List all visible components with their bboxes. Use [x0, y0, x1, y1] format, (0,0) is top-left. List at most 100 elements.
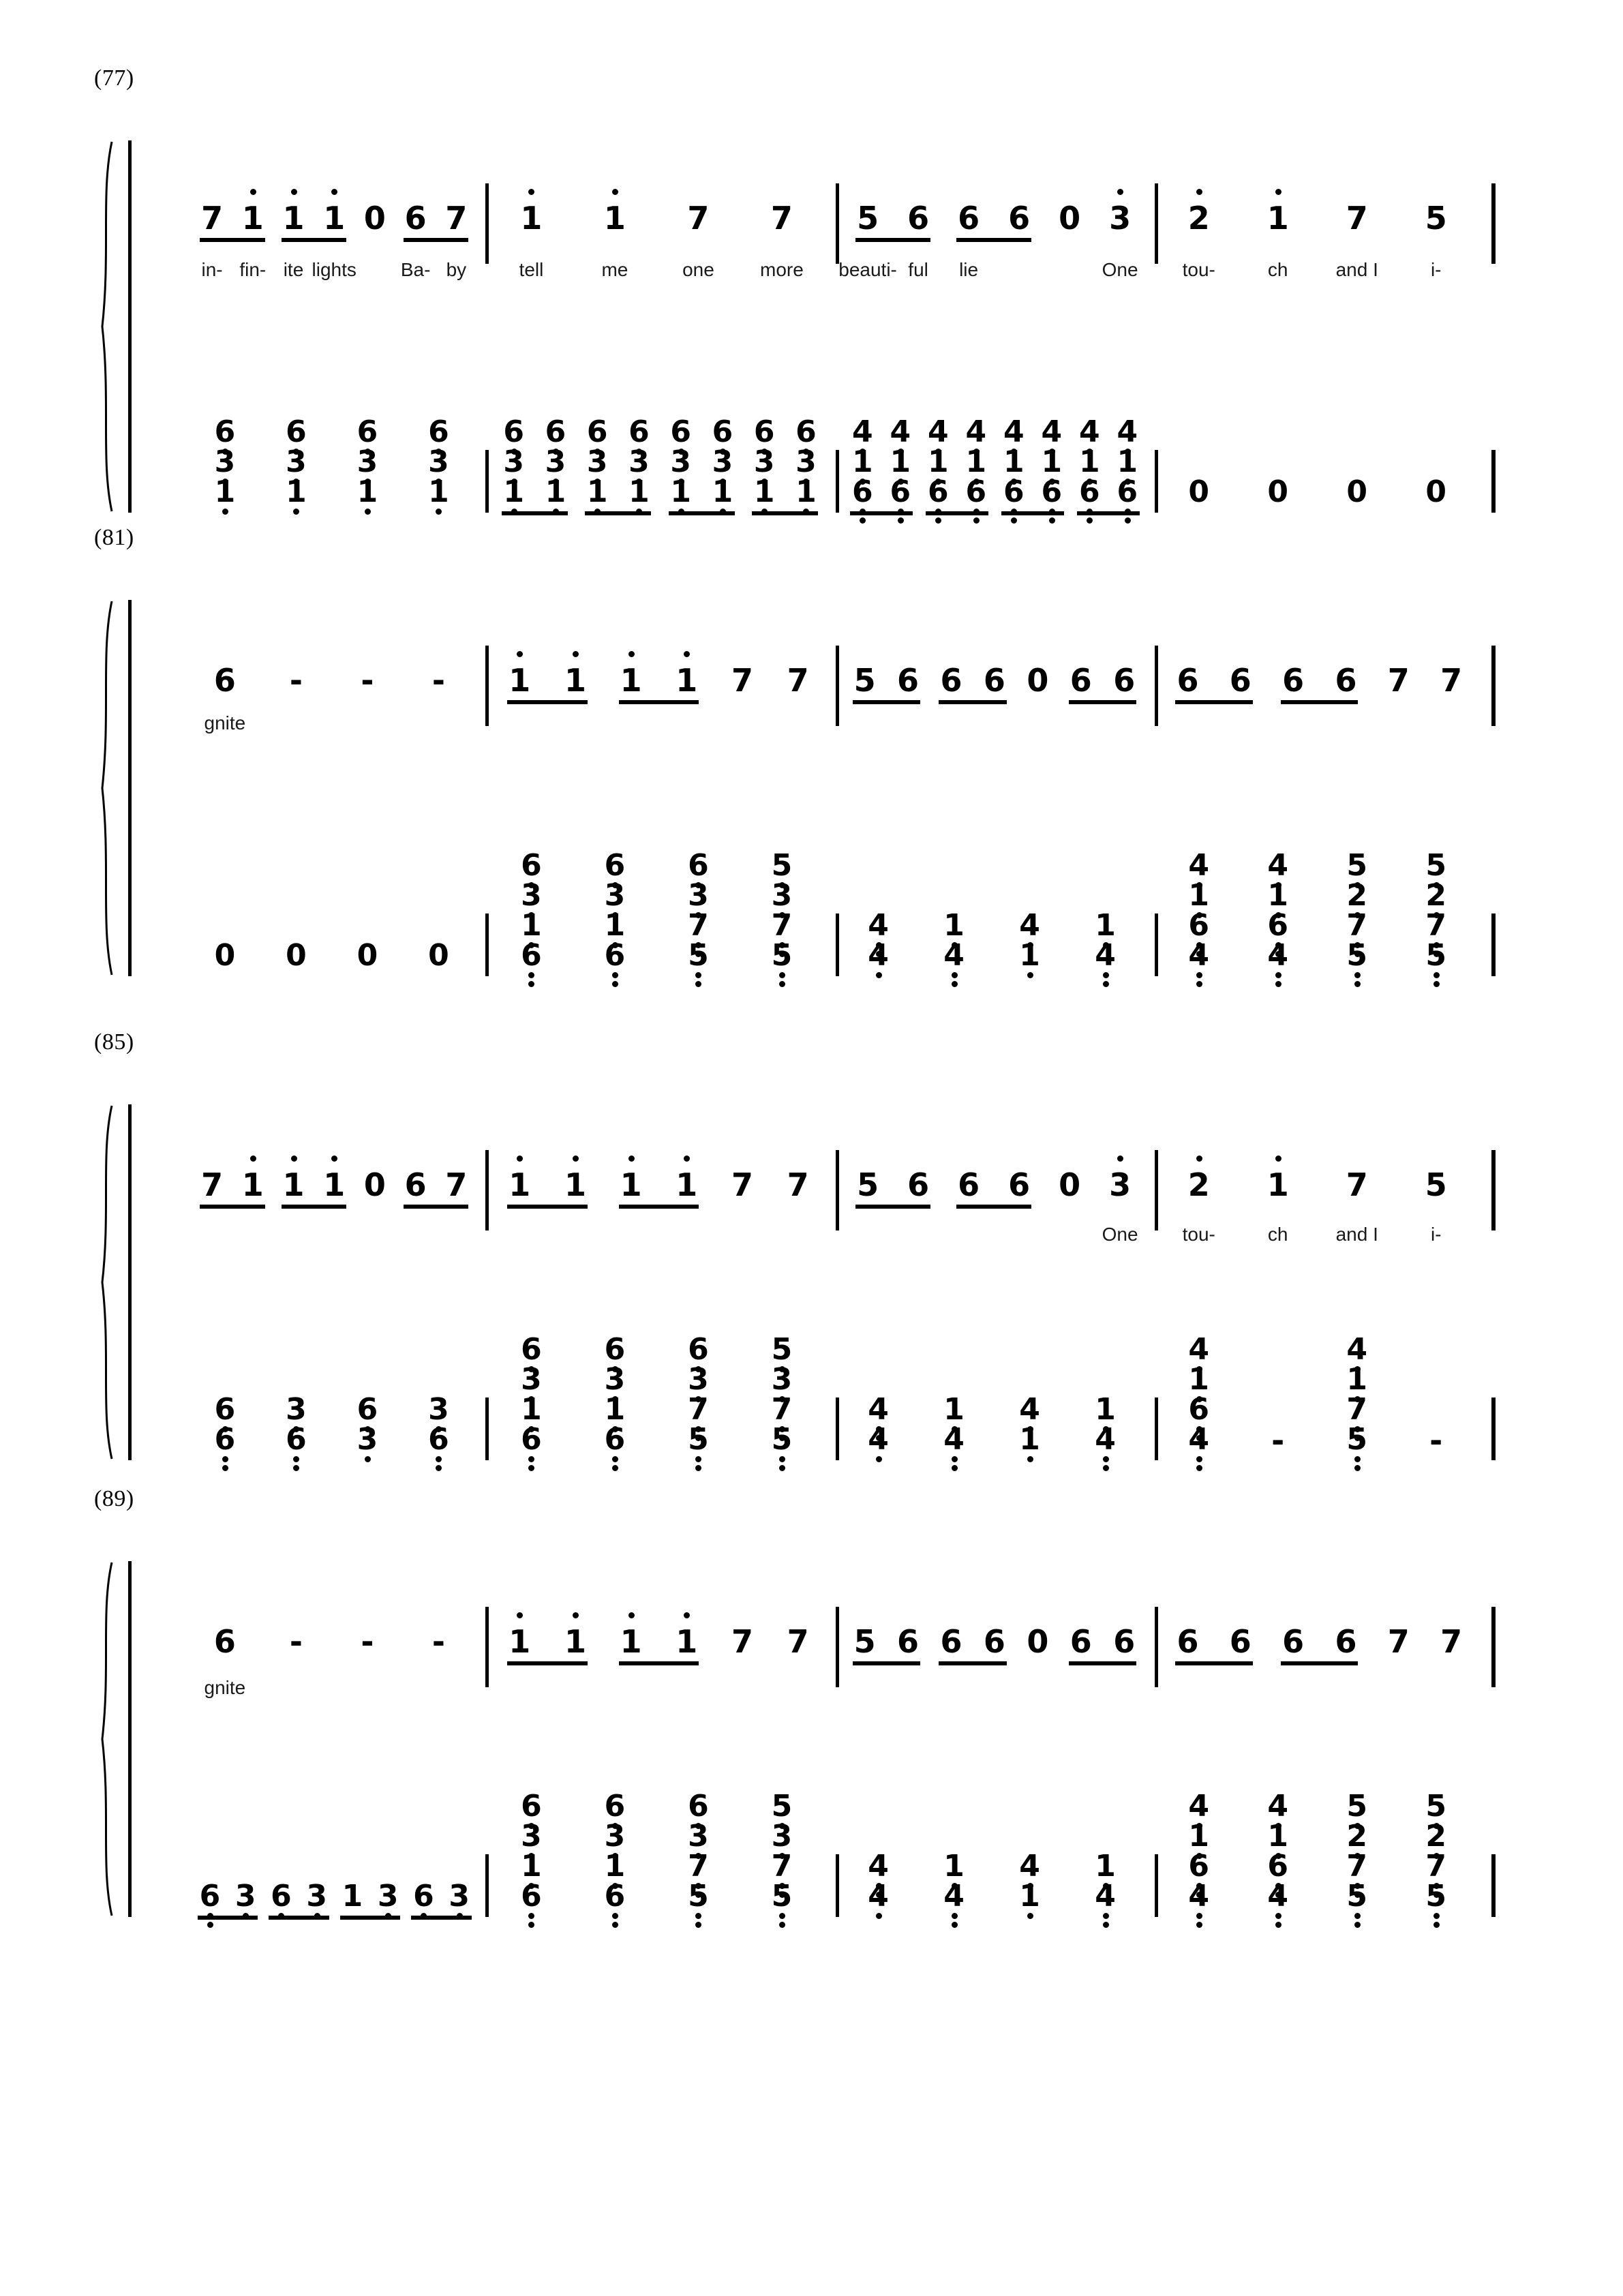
bass-note: 1	[342, 1879, 363, 1914]
bass-note: 7	[688, 908, 709, 943]
octave-dot-above	[572, 651, 579, 657]
melody-note: 0	[363, 1166, 386, 1203]
bass-note: 6	[357, 414, 378, 449]
bass-note: 4	[1267, 938, 1289, 973]
melody-note: 6	[1335, 1623, 1357, 1660]
beam-line	[939, 700, 1007, 704]
octave-dot-below	[897, 509, 904, 515]
octave-dot-below	[293, 509, 300, 515]
melody-barline	[485, 1607, 489, 1687]
beam-line	[1175, 1661, 1253, 1665]
bass-note: 1	[604, 1392, 626, 1427]
octave-dot-below	[528, 1913, 535, 1919]
octave-dot-above	[628, 1612, 635, 1618]
octave-dot-below	[1275, 981, 1281, 987]
melody-note: 7	[770, 200, 793, 237]
octave-dot-below	[456, 1913, 463, 1919]
bass-note: 1	[712, 474, 733, 509]
octave-dot-below	[897, 517, 904, 524]
bass-note: 6	[1117, 474, 1138, 509]
beam-line	[939, 1661, 1007, 1665]
bass-note: 7	[1425, 908, 1447, 943]
bass-note: 4	[851, 414, 873, 449]
melody-note: 6	[907, 200, 930, 237]
bass-note: 1	[795, 474, 817, 509]
lyric-syllable: more	[760, 259, 804, 280]
octave-dot-below	[1011, 517, 1018, 524]
melody-note: 1	[241, 200, 264, 237]
bass-note: 5	[771, 938, 793, 973]
bass-note: 5	[1425, 1789, 1447, 1824]
melody-note: 1	[676, 1166, 698, 1203]
octave-dot-below	[1102, 1913, 1109, 1919]
melody-note: 6	[1070, 662, 1092, 699]
beam-line	[507, 1661, 588, 1665]
system-start-barline	[128, 1104, 132, 1460]
lyric-syllable: ch	[1267, 1224, 1288, 1245]
bass-note: 3	[688, 878, 709, 913]
octave-dot-below	[951, 972, 958, 978]
melody-barline	[1155, 183, 1158, 264]
bass-note: 6	[688, 1789, 709, 1824]
bass-note: 3	[357, 444, 378, 479]
melody-dash: -	[431, 662, 445, 699]
bass-note: 5	[1346, 1789, 1368, 1824]
bass-note: 3	[428, 1392, 449, 1427]
bass-note: 0	[214, 938, 236, 973]
melody-note: 6	[404, 200, 427, 237]
bass-note: 6	[604, 1879, 626, 1914]
bass-note: 1	[851, 444, 873, 479]
melody-note: 5	[853, 1623, 876, 1660]
melody-note: 1	[1266, 1166, 1289, 1203]
octave-dot-below	[1027, 972, 1033, 978]
melody-note: 6	[404, 1166, 427, 1203]
melody-note: 3	[1109, 1166, 1132, 1203]
melody-note: 1	[620, 1623, 642, 1660]
bass-note: 3	[428, 444, 449, 479]
bass-note: 4	[868, 1879, 889, 1914]
lyric-syllable: ite	[283, 259, 304, 280]
melody-note: 1	[509, 1623, 531, 1660]
bass-note: 6	[688, 848, 709, 883]
beam-line	[1175, 700, 1253, 704]
bass-note: 1	[927, 444, 949, 479]
bass-note: 0	[1267, 474, 1289, 509]
octave-dot-below	[1124, 509, 1131, 515]
bass-note: 6	[604, 1789, 626, 1824]
bass-barline	[485, 1854, 489, 1917]
system-start-barline	[128, 140, 132, 513]
bass-note: 1	[357, 474, 378, 509]
bass-note: 1	[1267, 1819, 1289, 1854]
melody-note: 3	[1109, 200, 1132, 237]
system-start-barline	[128, 600, 132, 976]
bass-note: 6	[890, 474, 911, 509]
bass-note: 5	[1346, 1422, 1368, 1457]
lyric-syllable: tou-	[1182, 1224, 1215, 1245]
octave-dot-below	[528, 1456, 535, 1462]
system-end-barline	[1491, 183, 1496, 264]
octave-dot-below	[951, 1922, 958, 1928]
bass-dash: -	[1429, 1422, 1443, 1459]
melody-note: 7	[1387, 1623, 1410, 1660]
system-brace	[101, 1562, 113, 1916]
bass-note: 3	[306, 1879, 327, 1914]
melody-note: 1	[282, 200, 305, 237]
octave-dot-below	[778, 1922, 785, 1928]
bass-note: 6	[1003, 474, 1025, 509]
bass-note: 1	[604, 1849, 626, 1884]
octave-dot-below	[611, 972, 618, 978]
beam-line	[956, 1205, 1032, 1209]
octave-dot-below	[1354, 981, 1361, 987]
bass-note: 1	[1095, 1849, 1116, 1884]
bass-note: 3	[503, 444, 525, 479]
bass-note: 4	[1078, 414, 1100, 449]
octave-dot-above	[290, 1155, 297, 1162]
system-end-barline	[1491, 646, 1496, 726]
bass-note: 3	[377, 1879, 399, 1914]
lyric-syllable: gnite	[204, 1677, 246, 1698]
bass-barline	[836, 1398, 839, 1460]
melody-note: 6	[940, 1623, 962, 1660]
melody-note: 6	[1229, 1623, 1252, 1660]
bass-note: 4	[1188, 1332, 1210, 1367]
octave-dot-below	[778, 1465, 785, 1471]
